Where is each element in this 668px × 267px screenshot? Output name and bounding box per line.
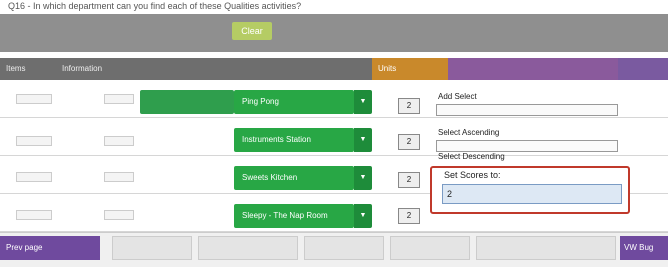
option-box (436, 104, 618, 116)
department-select[interactable]: Instruments Station (234, 128, 354, 152)
header-col-info: Information (62, 64, 103, 73)
set-score-label: Set Scores to: (444, 170, 501, 180)
header-right-band (618, 58, 668, 80)
footer-segment[interactable] (476, 236, 616, 260)
score-field[interactable]: 2 (398, 172, 420, 188)
option-select-descending[interactable]: Select Descending (438, 150, 618, 164)
row-cell (104, 210, 134, 220)
option-add-select[interactable]: Add Select (438, 90, 618, 104)
footer-segment[interactable] (390, 236, 470, 260)
next-page-button[interactable]: VW Bug (620, 236, 668, 260)
set-score-input[interactable]: 2 (442, 184, 622, 204)
row-cell (104, 172, 134, 182)
row-cell (104, 94, 134, 104)
score-field[interactable]: 2 (398, 134, 420, 150)
score-field[interactable]: 2 (398, 98, 420, 114)
clear-button[interactable]: Clear (232, 22, 272, 40)
chevron-down-icon[interactable]: ▼ (354, 166, 372, 190)
row-checkbox[interactable] (16, 210, 52, 220)
chevron-down-icon[interactable]: ▼ (354, 90, 372, 114)
department-select[interactable]: Sleepy - The Nap Room (234, 204, 354, 228)
score-field[interactable]: 2 (398, 208, 420, 224)
row-checkbox[interactable] (16, 94, 52, 104)
header-col-items: Items (6, 64, 26, 73)
header-col-units[interactable]: Units (372, 58, 448, 80)
row-checkbox[interactable] (16, 136, 52, 146)
header-purple-band (448, 58, 618, 80)
prev-page-button[interactable]: Prev page (0, 236, 100, 260)
footer-segment[interactable] (198, 236, 298, 260)
chevron-down-icon[interactable]: ▼ (354, 204, 372, 228)
footer-segment[interactable] (304, 236, 384, 260)
question-text: Q16 - In which department can you find e… (8, 1, 302, 11)
row-cell (104, 136, 134, 146)
chevron-down-icon[interactable]: ▼ (354, 128, 372, 152)
toolbar (0, 14, 668, 52)
department-select[interactable]: Ping Pong (234, 90, 354, 114)
footer-segment[interactable] (112, 236, 192, 260)
department-fill (140, 90, 234, 114)
row-checkbox[interactable] (16, 172, 52, 182)
department-select[interactable]: Sweets Kitchen (234, 166, 354, 190)
option-select-ascending[interactable]: Select Ascending (438, 126, 618, 140)
